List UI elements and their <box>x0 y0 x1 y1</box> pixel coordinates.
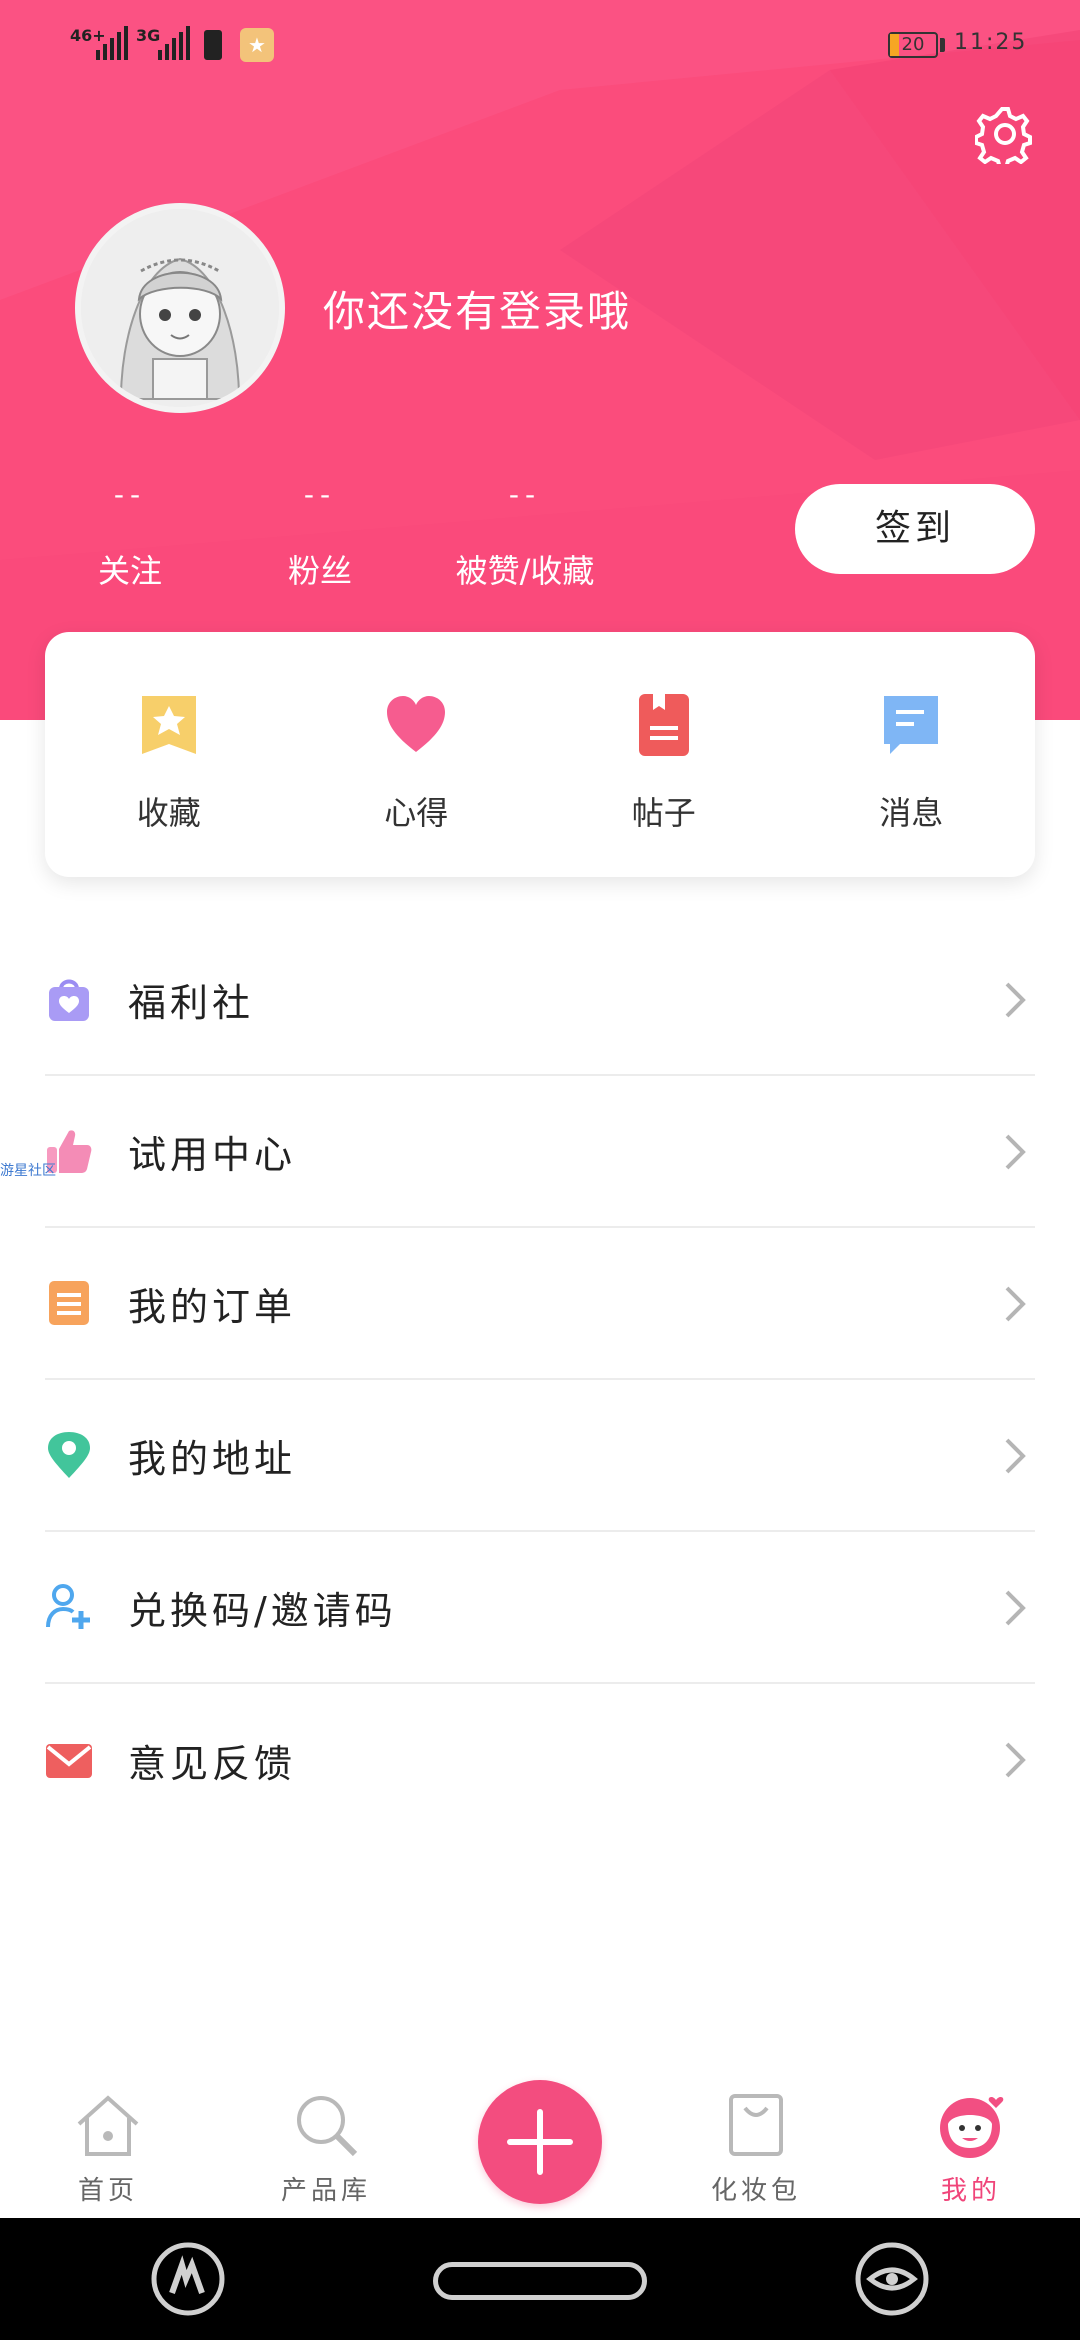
stat-followers[interactable]: -- 粉丝 <box>280 478 360 592</box>
quick-action-label: 收藏 <box>136 794 201 832</box>
stat-value: -- <box>303 478 337 511</box>
stat-following[interactable]: -- 关注 <box>90 478 170 592</box>
watermark-text: 游星社区 <box>0 1163 56 1179</box>
tab-mine[interactable]: 我的 <box>901 2090 1041 2207</box>
menu-item-label: 意见反馈 <box>128 1741 297 1786</box>
settings-gear-icon[interactable] <box>975 104 1035 164</box>
message-bubble-icon <box>884 696 939 754</box>
chevron-right-icon <box>1005 1438 1026 1474</box>
quick-action-posts[interactable]: 帖子 <box>540 632 788 877</box>
menu-item-my-address[interactable]: 我的地址 <box>45 1380 1035 1532</box>
tab-label: 首页 <box>77 2176 138 2206</box>
battery-alert-icon <box>204 30 222 60</box>
home-pill-button[interactable] <box>433 2262 647 2300</box>
menu-item-label: 兑换码/邀请码 <box>128 1588 397 1633</box>
menu-item-feedback[interactable]: 意见反馈 <box>45 1684 1035 1836</box>
search-icon <box>297 2096 358 2157</box>
chevron-right-icon <box>1005 1134 1026 1170</box>
home-icon <box>77 2095 139 2156</box>
quick-action-label: 帖子 <box>631 794 696 832</box>
chevron-right-icon <box>1005 1590 1026 1626</box>
stat-label: 关注 <box>97 552 162 590</box>
plus-icon <box>507 2109 573 2175</box>
system-navigation-bar <box>0 2218 1080 2340</box>
clock: 11:25 <box>954 30 1028 55</box>
favorites-star-icon <box>141 696 196 754</box>
signal-strength-icon <box>158 26 190 60</box>
menu-item-label: 我的订单 <box>128 1284 297 1329</box>
stat-likes-favorites[interactable]: -- 被赞/收藏 <box>440 478 610 592</box>
battery-icon: 20 <box>888 32 938 58</box>
network-type-2: 3G <box>136 26 161 45</box>
menu-item-trial-center[interactable]: 试用中心 <box>45 1076 1035 1228</box>
tab-makeup-bag[interactable]: 化妆包 <box>686 2090 826 2207</box>
menu-item-label: 试用中心 <box>128 1132 297 1177</box>
signal-strength-icon <box>96 26 128 60</box>
add-user-icon <box>46 1584 90 1629</box>
app-notification-icon: ★ <box>240 28 274 62</box>
recent-apps-icon[interactable] <box>148 2239 228 2319</box>
menu-item-redeem-invite-code[interactable]: 兑换码/邀请码 <box>45 1532 1035 1684</box>
chevron-right-icon <box>1005 1286 1026 1322</box>
menu-item-label: 我的地址 <box>128 1436 297 1481</box>
quick-actions-card: 收藏 心得 帖子 消息 <box>45 632 1035 877</box>
menu-item-welfare[interactable]: 福利社 <box>45 924 1035 1076</box>
quick-action-messages[interactable]: 消息 <box>788 632 1036 877</box>
battery-level: 20 <box>901 34 925 55</box>
order-list-icon <box>49 1281 89 1325</box>
menu-item-my-orders[interactable]: 我的订单 <box>45 1228 1035 1380</box>
menu-list: 福利社 试用中心 我的订单 我的地址 兑换码/邀请码 意见反馈 <box>45 924 1035 1836</box>
mail-icon <box>46 1744 92 1778</box>
quick-action-label: 消息 <box>879 794 944 832</box>
quick-action-label: 心得 <box>384 794 449 832</box>
status-bar: 46+ 3G ★ 20 11:25 <box>0 0 1080 90</box>
tab-label: 我的 <box>940 2176 1001 2206</box>
quick-action-experience[interactable]: 心得 <box>293 632 541 877</box>
heart-icon <box>387 696 446 752</box>
stat-label: 粉丝 <box>287 552 352 590</box>
tab-product-library[interactable]: 产品库 <box>256 2090 396 2207</box>
post-bookmark-icon <box>638 694 689 756</box>
avatar-illustration <box>81 209 279 407</box>
tab-label: 产品库 <box>280 2176 371 2206</box>
shopping-bag-heart-icon <box>49 979 89 1021</box>
chevron-right-icon <box>1005 1742 1026 1778</box>
menu-item-label: 福利社 <box>128 980 255 1025</box>
bag-icon <box>729 2094 783 2156</box>
tab-home[interactable]: 首页 <box>38 2090 178 2207</box>
battery-cap <box>940 38 945 52</box>
signin-button[interactable]: 签到 <box>795 484 1035 574</box>
profile-face-icon <box>940 2096 1004 2158</box>
avatar[interactable] <box>75 203 285 413</box>
create-post-button[interactable] <box>478 2080 602 2204</box>
stat-label: 被赞/收藏 <box>455 552 595 590</box>
tab-label: 化妆包 <box>710 2176 801 2206</box>
chevron-right-icon <box>1005 982 1026 1018</box>
profile-header: 46+ 3G ★ 20 11:25 你还没有登录哦 -- 关注 -- 粉丝 --… <box>0 0 1080 720</box>
location-pin-icon <box>48 1432 90 1478</box>
quick-action-favorites[interactable]: 收藏 <box>45 632 293 877</box>
stat-value: -- <box>508 478 542 511</box>
stat-value: -- <box>113 478 147 511</box>
login-prompt[interactable]: 你还没有登录哦 <box>323 278 631 339</box>
assistant-eye-icon[interactable] <box>852 2239 932 2319</box>
